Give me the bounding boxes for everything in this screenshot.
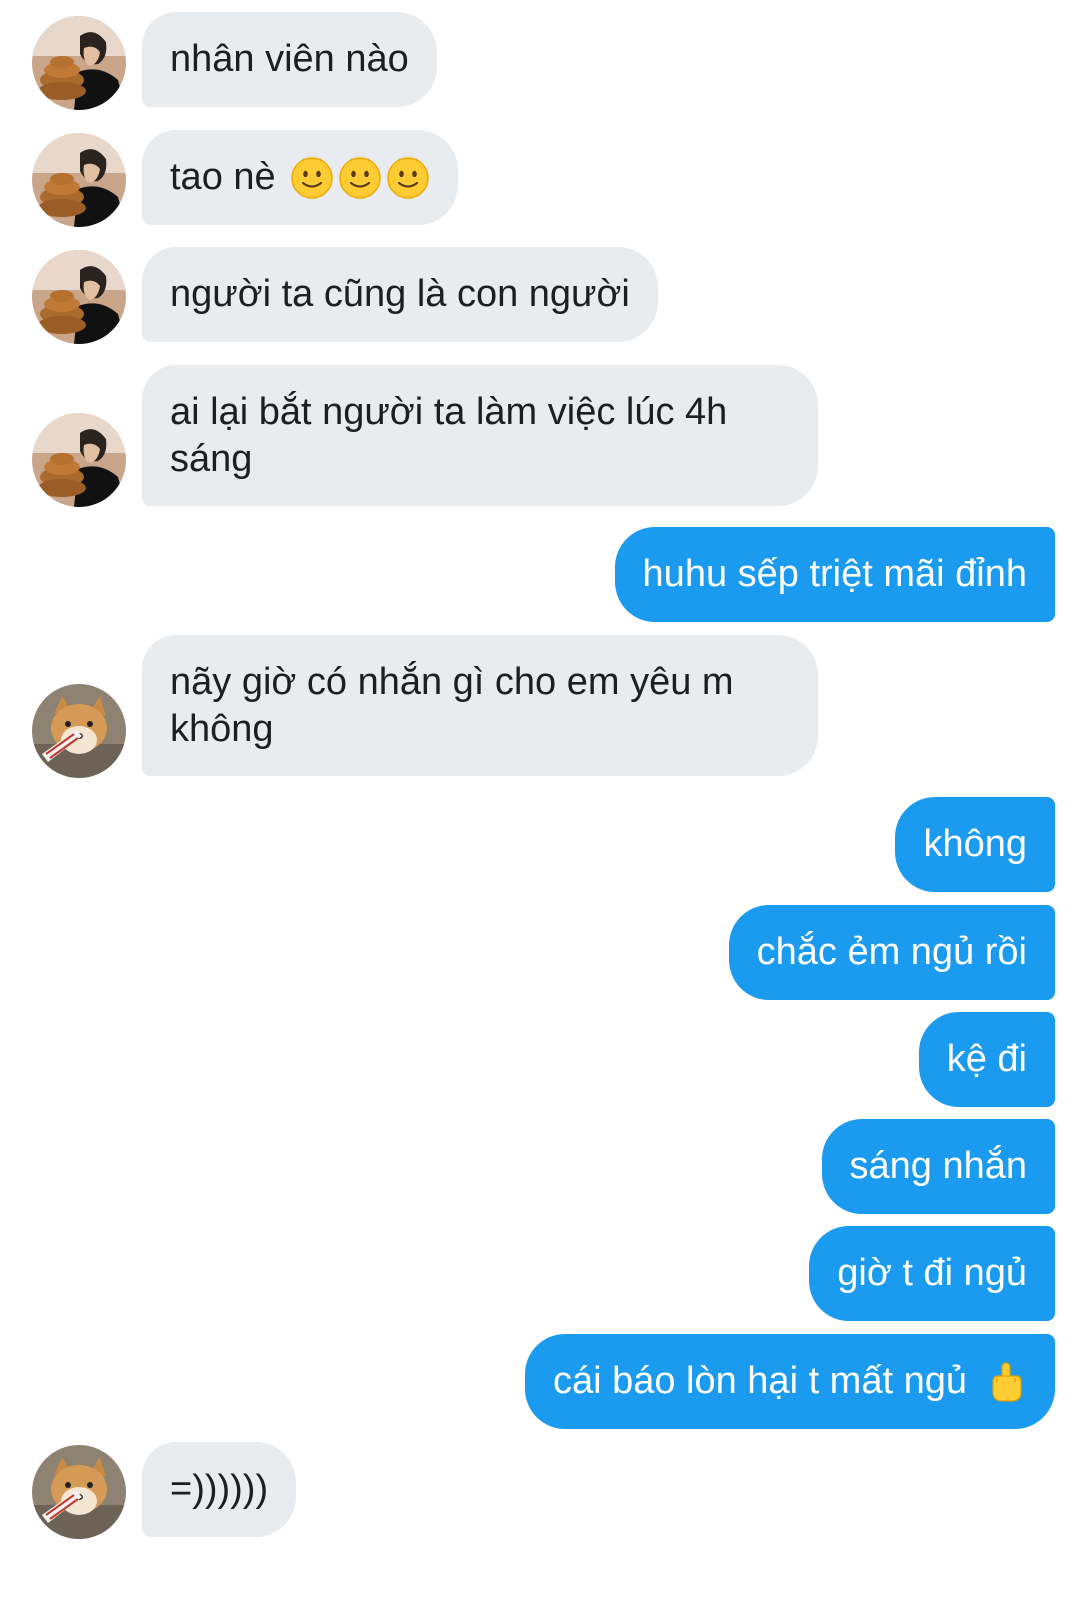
message-text: tao nè (170, 156, 276, 198)
message-text: nhân viên nào (170, 38, 409, 80)
outgoing-message-bubble[interactable]: chắc ẻm ngủ rồi (728, 905, 1055, 1000)
incoming-message-bubble[interactable]: nhân viên nào (142, 12, 437, 107)
outgoing-message-bubble[interactable]: huhu sếp triệt mãi đỉnh (614, 527, 1055, 622)
slightly-smiling-face-icon (386, 156, 429, 199)
message-text: =)))))) (170, 1468, 269, 1510)
incoming-message-bubble[interactable]: nãy giờ có nhắn gì cho em yêu m không (142, 635, 818, 776)
message-text: huhu sếp triệt mãi đỉnh (642, 553, 1027, 595)
message-text: người ta cũng là con người (170, 273, 630, 315)
message-text: ai lại bắt người ta làm việc lúc 4h sáng (170, 391, 728, 480)
outgoing-message-bubble[interactable]: không (895, 797, 1055, 892)
message-text: nãy giờ có nhắn gì cho em yêu m không (170, 661, 734, 750)
outgoing-message-bubble[interactable]: kệ đi (918, 1012, 1055, 1107)
person-avatar[interactable] (32, 413, 126, 507)
message-text: không (923, 823, 1027, 865)
outgoing-message-bubble[interactable]: giờ t đi ngủ (809, 1226, 1055, 1321)
incoming-message-bubble[interactable]: =)))))) (142, 1442, 297, 1537)
middle-finger-icon (992, 1361, 1022, 1402)
outgoing-message-bubble[interactable]: cái báo lòn hại t mất ngủ (524, 1334, 1055, 1429)
incoming-message-bubble[interactable]: người ta cũng là con người (142, 247, 658, 342)
message-text: kệ đi (946, 1038, 1027, 1080)
slightly-smiling-face-icon (290, 156, 333, 199)
slightly-smiling-face-icon (338, 156, 381, 199)
dog-avatar[interactable] (32, 1445, 126, 1539)
message-text: cái báo lòn hại t mất ngủ (552, 1360, 967, 1402)
incoming-message-bubble[interactable]: tao nè (142, 130, 458, 225)
incoming-message-bubble[interactable]: ai lại bắt người ta làm việc lúc 4h sáng (142, 365, 818, 506)
person-avatar[interactable] (32, 133, 126, 227)
message-text: chắc ẻm ngủ rồi (756, 931, 1027, 973)
message-text: giờ t đi ngủ (837, 1252, 1027, 1294)
dog-avatar[interactable] (32, 684, 126, 778)
message-text: sáng nhắn (849, 1145, 1028, 1187)
person-avatar[interactable] (32, 250, 126, 344)
person-avatar[interactable] (32, 16, 126, 110)
chat-thread: nhân viên nào tao nè người ta cũng là co… (0, 0, 1080, 1612)
outgoing-message-bubble[interactable]: sáng nhắn (821, 1119, 1055, 1214)
